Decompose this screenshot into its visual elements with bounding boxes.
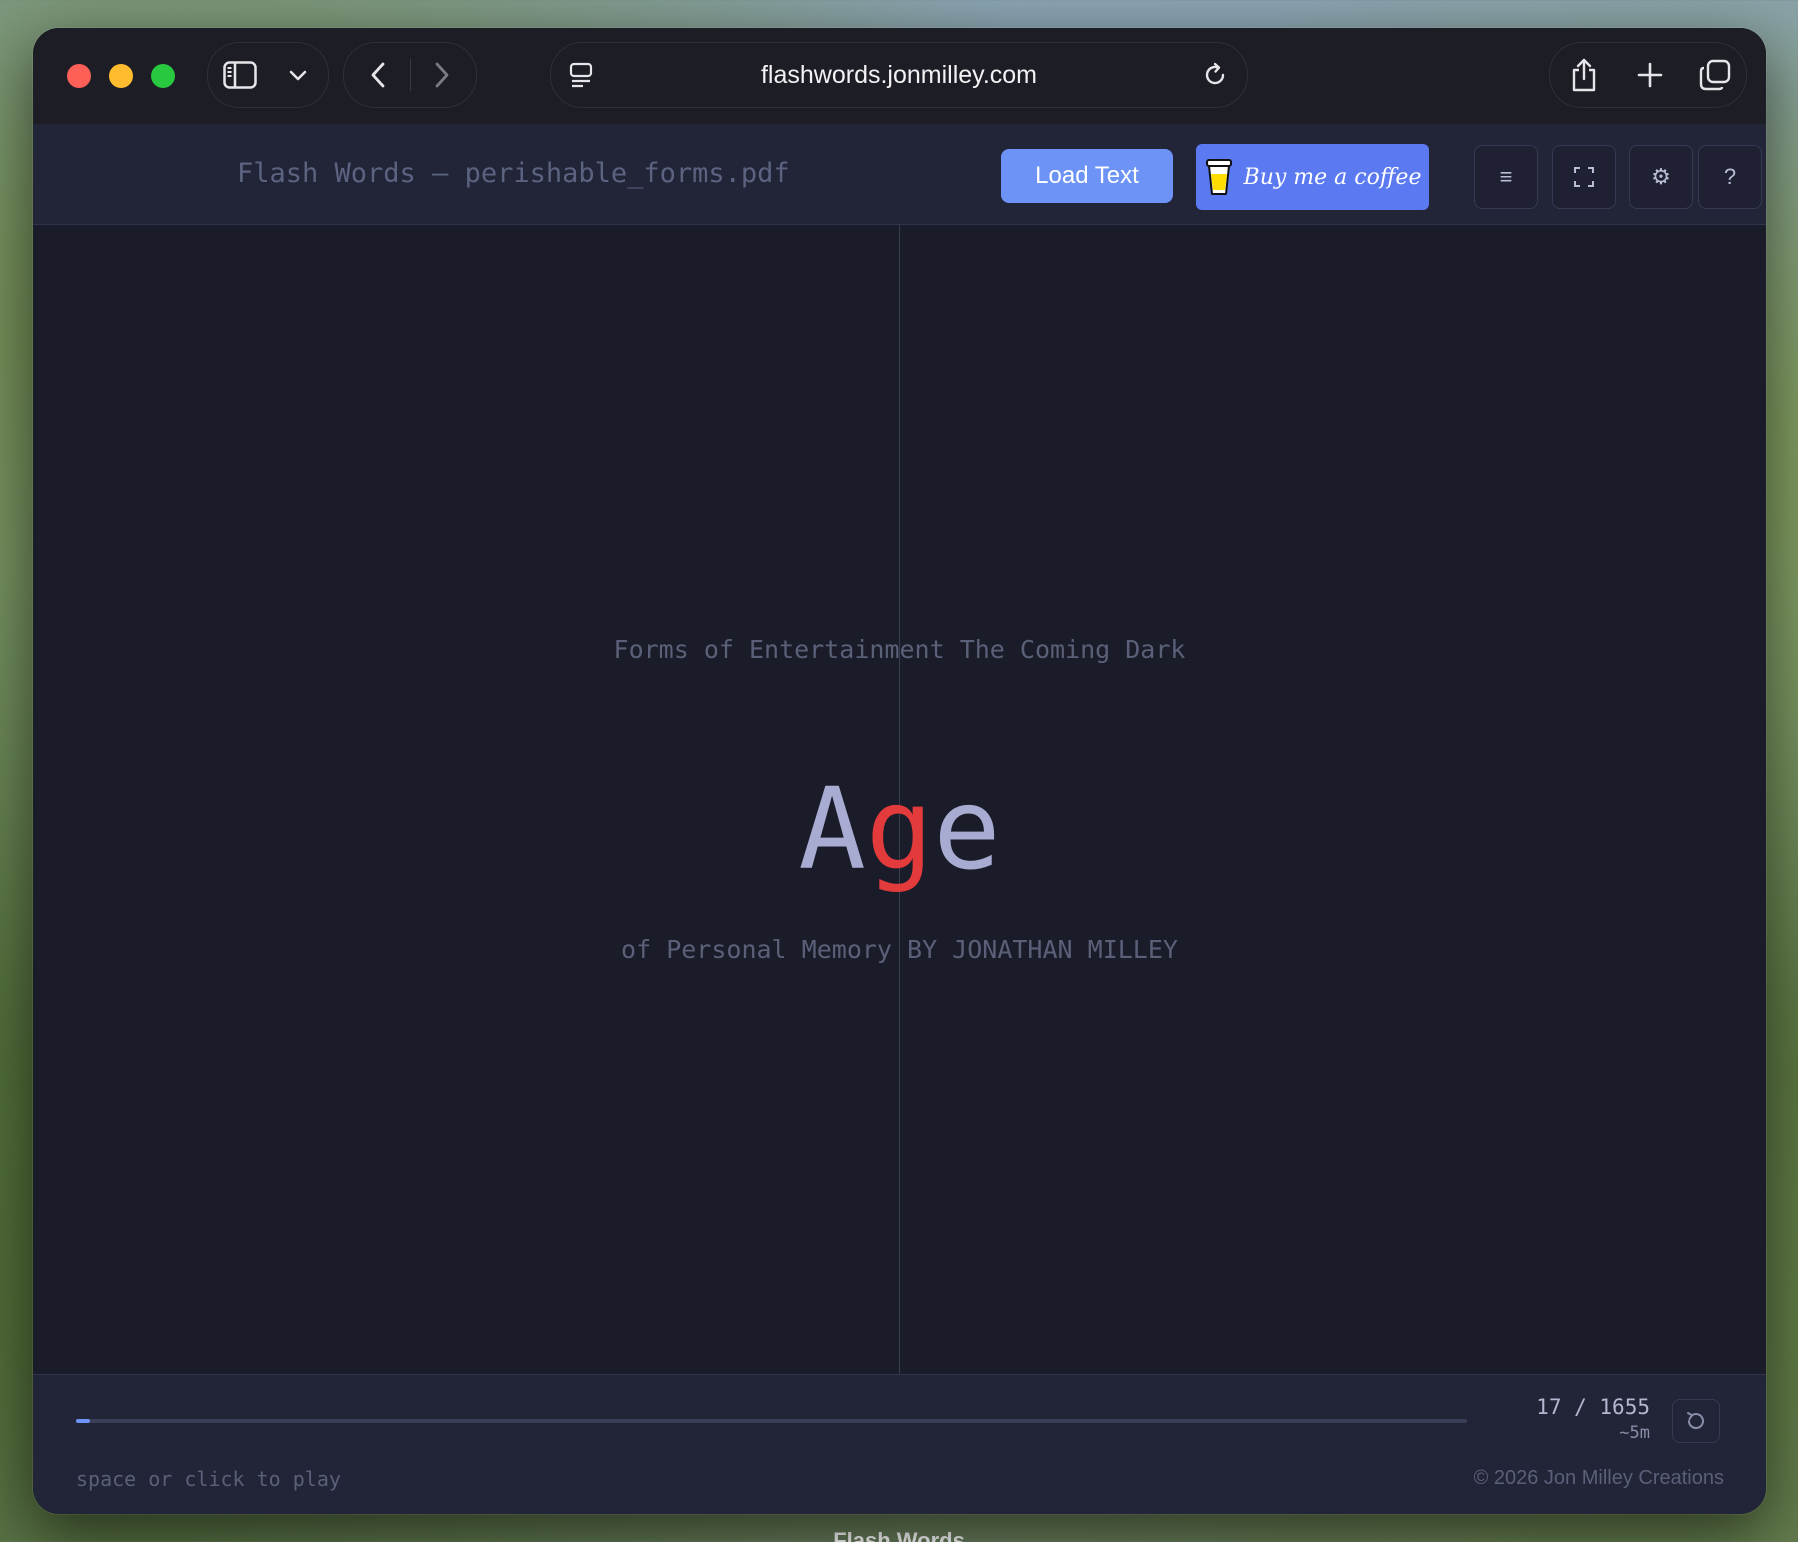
restart-icon [1685,1410,1707,1432]
context-after-text: of Personal Memory BY JONATHAN MILLEY [621,935,1178,964]
address-bar[interactable]: flashwords.jonmilley.com [550,42,1248,108]
nav-divider [410,59,411,91]
progress-fill [76,1419,91,1423]
share-icon[interactable] [1566,55,1602,95]
context-before-text: Forms of Entertainment The Coming Dark [613,635,1186,664]
word-prefix: A [798,765,866,895]
app-title: Flash Words – perishable_forms.pdf [237,158,790,189]
time-remaining: ~5m [1619,1423,1650,1443]
player-footer: 17 / 1655 ~5m space or click to play © 2… [33,1374,1766,1514]
desktop-window-caption: Flash Words [833,1528,965,1542]
reader-area[interactable]: Forms of Entertainment The Coming Dark A… [33,225,1766,1374]
word-focus-letter: g [865,765,934,895]
tab-overview-icon[interactable] [1696,57,1734,93]
fullscreen-icon [1573,166,1595,188]
progress-bar[interactable] [76,1419,1467,1423]
word-suffix: e [933,765,1001,895]
minimize-window-button[interactable] [109,64,133,88]
back-arrow-icon[interactable] [360,57,396,93]
play-hint: space or click to play [76,1467,341,1491]
copyright-text: © 2026 Jon Milley Creations [1473,1467,1724,1489]
gear-icon: ⚙ [1651,164,1671,189]
chevron-down-icon[interactable] [284,61,312,89]
menu-icon: ≡ [1499,164,1513,189]
help-button[interactable]: ? [1698,145,1762,209]
menu-button[interactable]: ≡ [1474,145,1538,209]
browser-actions-group [1549,42,1747,108]
buy-me-a-coffee-button[interactable]: Buy me a coffee [1196,144,1429,210]
restart-button[interactable] [1672,1399,1720,1443]
fullscreen-button[interactable] [1552,145,1616,209]
zoom-window-button[interactable] [151,64,175,88]
word-count: 17 / 1655 [1536,1395,1650,1419]
load-text-button[interactable]: Load Text [1001,149,1173,203]
forward-arrow-icon[interactable] [424,57,460,93]
reload-icon[interactable] [1199,59,1231,91]
close-window-button[interactable] [67,64,91,88]
coffee-cup-icon [1204,157,1234,197]
new-tab-plus-icon[interactable] [1632,57,1668,93]
browser-window: flashwords.jonmilley.com Flash Words – p… [33,28,1766,1514]
browser-toolbar: flashwords.jonmilley.com [33,28,1766,124]
sidebar-toggle-group [207,42,329,108]
app-header: Flash Words – perishable_forms.pdf Load … [33,124,1766,225]
sidebar-icon[interactable] [222,57,258,93]
flash-word[interactable]: Age [33,765,1766,895]
coffee-button-label: Buy me a coffee [1243,164,1422,190]
navigation-group [343,42,477,108]
settings-button[interactable]: ⚙ [1629,145,1693,209]
url-text: flashwords.jonmilley.com [760,61,1037,89]
help-icon: ? [1723,164,1737,189]
